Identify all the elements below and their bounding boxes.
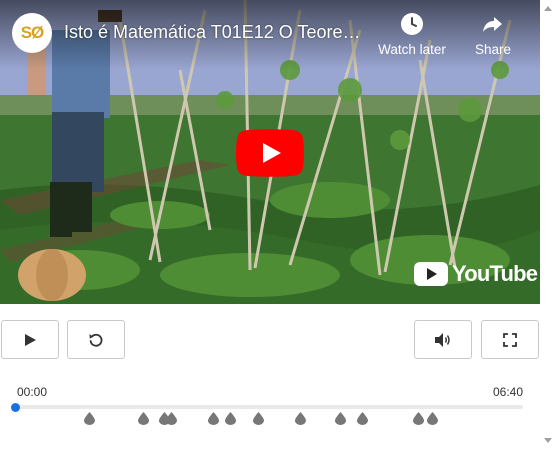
- timeline-marker-icon[interactable]: [427, 412, 438, 425]
- youtube-logo[interactable]: YouTube: [414, 261, 538, 287]
- fullscreen-icon: [503, 332, 517, 347]
- video-player[interactable]: SØ Isto é Matemática T01E12 O Teorema de…: [0, 0, 540, 304]
- progress-track[interactable]: [15, 405, 523, 409]
- timeline-marker-icon[interactable]: [413, 412, 424, 425]
- play-overlay-button[interactable]: [236, 129, 304, 177]
- timeline-marker-icon[interactable]: [253, 412, 264, 425]
- timeline-marker-icon[interactable]: [295, 412, 306, 425]
- volume-icon: [435, 332, 450, 347]
- scrollbar[interactable]: [540, 0, 556, 449]
- watch-later-label: Watch later: [378, 42, 446, 57]
- volume-button[interactable]: [414, 320, 472, 359]
- timeline-marker-icon[interactable]: [166, 412, 177, 425]
- play-icon: [25, 333, 36, 346]
- youtube-wordmark: YouTube: [452, 261, 538, 286]
- play-button[interactable]: [1, 320, 59, 359]
- share-button[interactable]: Share: [453, 12, 533, 57]
- timeline-marker-icon[interactable]: [335, 412, 346, 425]
- fullscreen-button[interactable]: [481, 320, 539, 359]
- share-label: Share: [474, 42, 512, 57]
- timeline-marker-icon[interactable]: [84, 412, 95, 425]
- scroll-up-arrow-icon[interactable]: [544, 6, 552, 11]
- timeline-marker-icon[interactable]: [357, 412, 368, 425]
- progress-handle[interactable]: [11, 403, 20, 412]
- clock-icon: [401, 13, 423, 35]
- replay-icon: [89, 333, 103, 347]
- youtube-play-icon: [414, 262, 448, 286]
- channel-logo[interactable]: SØ: [12, 13, 52, 53]
- share-icon: [483, 17, 502, 32]
- replay-button[interactable]: [67, 320, 125, 359]
- current-time: 00:00: [17, 385, 48, 399]
- duration: 06:40: [493, 385, 524, 399]
- video-page: SØ Isto é Matemática T01E12 O Teorema de…: [0, 0, 556, 449]
- scroll-down-arrow-icon[interactable]: [544, 438, 552, 443]
- timeline-marker-icon[interactable]: [138, 412, 149, 425]
- watch-later-button[interactable]: Watch later: [372, 12, 452, 57]
- timeline-marker-icon[interactable]: [208, 412, 219, 425]
- video-title[interactable]: Isto é Matemática T01E12 O Teorema de Pi…: [64, 22, 369, 43]
- timeline-marker-icon[interactable]: [225, 412, 236, 425]
